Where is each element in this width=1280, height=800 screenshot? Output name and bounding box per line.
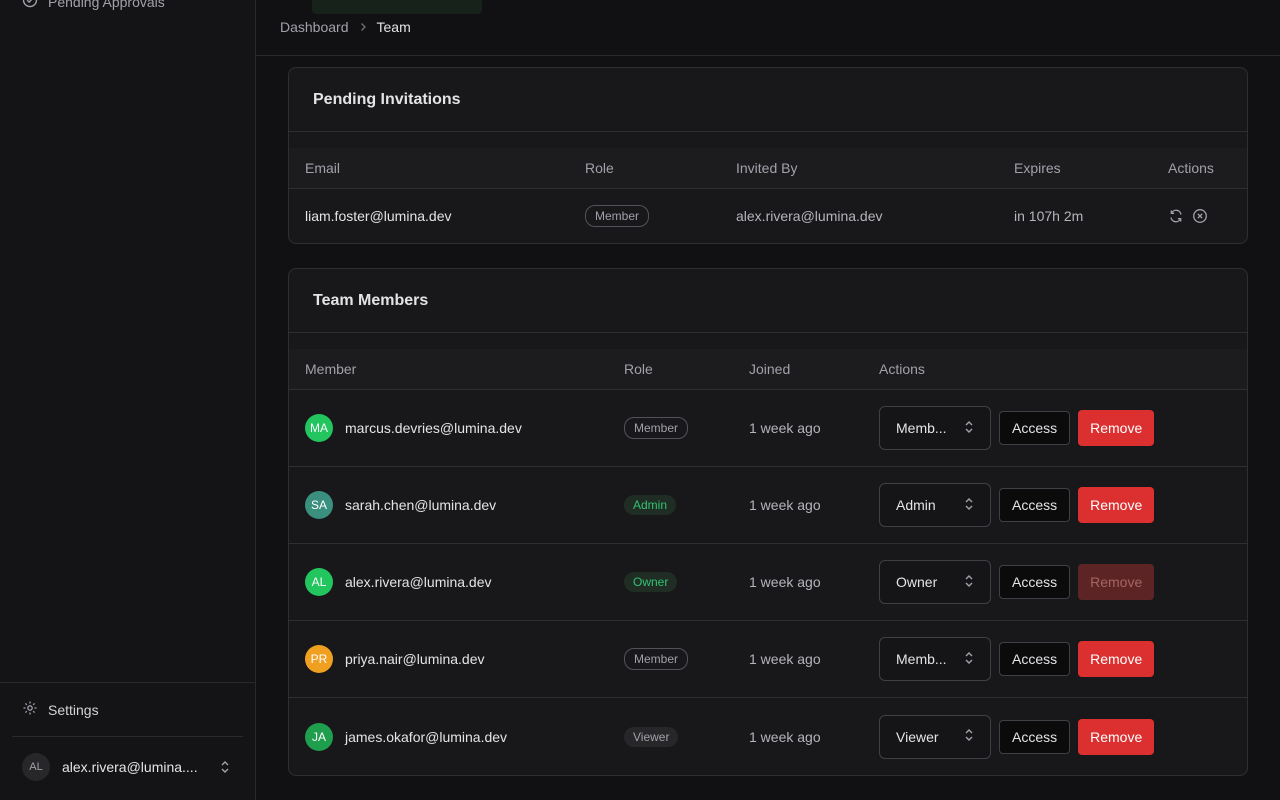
chevron-up-down-icon bbox=[964, 651, 974, 668]
joined: 1 week ago bbox=[749, 497, 821, 513]
column-header: Role bbox=[624, 361, 653, 377]
avatar: AL bbox=[305, 568, 333, 596]
chevron-up-down-icon bbox=[964, 420, 974, 437]
team-members-card: Team Members Member Role Joined Actions … bbox=[288, 268, 1248, 776]
joined: 1 week ago bbox=[749, 728, 821, 745]
access-button[interactable]: Access bbox=[999, 642, 1071, 676]
joined: 1 week ago bbox=[749, 651, 821, 667]
table-row: SA sarah.chen@lumina.dev Admin 1 week ag… bbox=[289, 467, 1247, 544]
breadcrumb-dashboard[interactable]: Dashboard bbox=[280, 19, 349, 35]
access-button[interactable]: Access bbox=[999, 488, 1071, 522]
header-highlight bbox=[312, 0, 482, 14]
access-button[interactable]: Access bbox=[999, 411, 1071, 445]
role-select[interactable]: Admin bbox=[879, 483, 991, 527]
role-select[interactable]: Memb... bbox=[879, 637, 991, 681]
column-header: Expires bbox=[1014, 160, 1061, 176]
invite-email: liam.foster@lumina.dev bbox=[305, 208, 452, 224]
member-list: MA marcus.devries@lumina.dev Member 1 we… bbox=[289, 390, 1247, 775]
remove-button[interactable]: Remove bbox=[1078, 641, 1155, 677]
role-select[interactable]: Memb... bbox=[879, 406, 991, 450]
remove-button[interactable]: Remove bbox=[1078, 487, 1155, 523]
table-row: JA james.okafor@lumina.dev Viewer 1 week… bbox=[289, 698, 1247, 775]
role-select-value: Viewer bbox=[896, 728, 939, 745]
chevron-up-down-icon bbox=[964, 497, 974, 514]
card-title: Pending Invitations bbox=[289, 68, 1247, 132]
pending-invitations-card: Pending Invitations Email Role Invited B… bbox=[288, 67, 1248, 244]
table-row: liam.foster@lumina.dev Member alex.river… bbox=[289, 189, 1247, 243]
role-badge: Viewer bbox=[624, 726, 679, 747]
joined: 1 week ago bbox=[749, 574, 821, 590]
sidebar: Pending Approvals Settings AL alex.river… bbox=[0, 0, 256, 800]
table-header: Email Role Invited By Expires Actions bbox=[289, 148, 1247, 189]
column-header: Member bbox=[305, 361, 357, 377]
resend-icon[interactable] bbox=[1168, 208, 1184, 224]
invited-by: alex.rivera@lumina.dev bbox=[736, 208, 883, 224]
member-email: marcus.devries@lumina.dev bbox=[345, 420, 522, 436]
cancel-invite-icon[interactable] bbox=[1192, 208, 1208, 224]
column-header: Actions bbox=[879, 361, 925, 377]
chevron-up-down-icon bbox=[964, 728, 974, 745]
user-email: alex.rivera@lumina.... bbox=[62, 758, 198, 775]
role-select-value: Admin bbox=[896, 497, 936, 513]
table-row: AL alex.rivera@lumina.dev Owner 1 week a… bbox=[289, 544, 1247, 621]
column-header: Email bbox=[305, 160, 341, 176]
role-badge: Member bbox=[624, 648, 689, 670]
avatar: AL bbox=[22, 752, 50, 781]
page-header: Dashboard Team bbox=[256, 0, 1280, 56]
column-header: Invited By bbox=[736, 160, 798, 176]
sidebar-item-settings[interactable]: Settings bbox=[0, 683, 255, 736]
role-badge: Member bbox=[624, 417, 689, 439]
role-select[interactable]: Owner bbox=[879, 560, 991, 604]
member-email: alex.rivera@lumina.dev bbox=[345, 574, 492, 590]
avatar: SA bbox=[305, 491, 333, 519]
joined: 1 week ago bbox=[749, 420, 821, 436]
column-header: Joined bbox=[749, 361, 791, 377]
breadcrumb-team: Team bbox=[376, 19, 411, 35]
role-badge: Member bbox=[585, 205, 650, 227]
gear-icon bbox=[22, 700, 38, 719]
access-button[interactable]: Access bbox=[999, 719, 1071, 754]
sidebar-item-pending-approvals[interactable]: Pending Approvals bbox=[22, 0, 165, 11]
table-row: PR priya.nair@lumina.dev Member 1 week a… bbox=[289, 621, 1247, 698]
table-header: Member Role Joined Actions bbox=[289, 349, 1247, 390]
remove-button[interactable]: Remove bbox=[1078, 410, 1155, 446]
user-switcher[interactable]: AL alex.rivera@lumina.... bbox=[12, 736, 243, 796]
sidebar-item-label: Pending Approvals bbox=[48, 0, 165, 10]
member-email: james.okafor@lumina.dev bbox=[345, 728, 508, 745]
access-button[interactable]: Access bbox=[999, 565, 1071, 599]
breadcrumb: Dashboard Team bbox=[280, 19, 411, 35]
column-header: Role bbox=[585, 160, 614, 176]
column-header: Actions bbox=[1168, 160, 1214, 176]
role-select[interactable]: Viewer bbox=[879, 714, 991, 759]
sidebar-footer: Settings AL alex.rivera@lumina.... bbox=[0, 682, 255, 796]
avatar: PR bbox=[305, 645, 333, 673]
expires: in 107h 2m bbox=[1014, 208, 1084, 224]
role-badge: Admin bbox=[624, 495, 677, 515]
member-email: priya.nair@lumina.dev bbox=[345, 651, 485, 667]
card-title: Team Members bbox=[289, 269, 1247, 333]
role-select-value: Memb... bbox=[896, 651, 947, 667]
table-row: MA marcus.devries@lumina.dev Member 1 we… bbox=[289, 390, 1247, 467]
remove-button: Remove bbox=[1078, 564, 1155, 600]
avatar: MA bbox=[305, 414, 333, 442]
role-badge: Owner bbox=[624, 572, 678, 592]
chevron-up-down-icon bbox=[219, 759, 231, 775]
role-select-value: Owner bbox=[896, 574, 938, 590]
remove-button[interactable]: Remove bbox=[1078, 718, 1155, 755]
sidebar-item-label: Settings bbox=[48, 701, 99, 718]
chevron-right-icon bbox=[359, 22, 367, 32]
avatar: JA bbox=[305, 722, 333, 751]
member-email: sarah.chen@lumina.dev bbox=[345, 497, 497, 513]
check-circle-icon bbox=[22, 0, 38, 11]
chevron-up-down-icon bbox=[964, 574, 974, 591]
role-select-value: Memb... bbox=[896, 420, 947, 436]
